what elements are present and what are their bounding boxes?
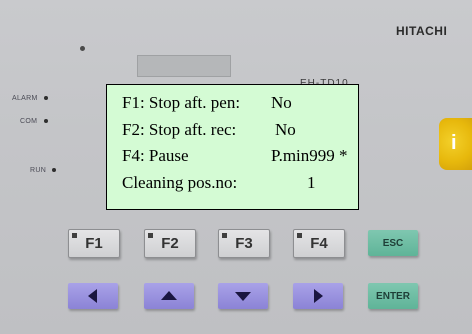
info-button[interactable]: i — [439, 118, 472, 170]
f2-key[interactable]: F2 — [144, 229, 196, 258]
right-arrow-key[interactable] — [293, 283, 343, 309]
display-row-value: P.min999 * — [271, 146, 348, 165]
f2-key-label: F2 — [161, 235, 179, 252]
f3-key-label: F3 — [235, 235, 253, 252]
left-arrow-icon — [88, 289, 97, 303]
key-marker-icon — [222, 233, 227, 238]
key-marker-icon — [148, 233, 153, 238]
up-arrow-icon — [161, 291, 177, 300]
down-arrow-key[interactable] — [218, 283, 268, 309]
run-led-icon — [52, 168, 56, 172]
led-label-alarm: ALARM — [12, 95, 38, 102]
enter-key[interactable]: ENTER — [368, 283, 418, 309]
f1-key-label: F1 — [85, 235, 103, 252]
enter-key-label: ENTER — [376, 290, 410, 302]
led-label-com: COM — [20, 118, 38, 125]
lcd-window — [137, 55, 231, 77]
info-key-label: i — [451, 132, 457, 154]
led-label-run: RUN — [30, 167, 47, 174]
display-row-value: 1 — [307, 173, 316, 192]
f1-key[interactable]: F1 — [68, 229, 120, 258]
display-row-label: Cleaning pos.no: — [122, 173, 238, 192]
display-row-label: F1: Stop aft. pen: — [122, 93, 241, 112]
display-row-label: F2: Stop aft. rec: — [122, 120, 237, 139]
down-arrow-icon — [235, 292, 251, 301]
display-row-value: No — [271, 93, 292, 112]
key-marker-icon — [297, 233, 302, 238]
com-led-icon — [44, 119, 48, 123]
operator-panel-photo: HITACHI EH-TD10 ALARM COM RUN i F1 F2 F3… — [0, 0, 472, 334]
esc-key-label: ESC — [382, 237, 404, 249]
f4-key-label: F4 — [310, 235, 328, 252]
up-arrow-key[interactable] — [144, 283, 194, 309]
f3-key[interactable]: F3 — [218, 229, 270, 258]
display-row-label: F4: Pause — [122, 146, 189, 165]
right-arrow-icon — [314, 289, 323, 303]
left-arrow-key[interactable] — [68, 283, 118, 309]
indicator-dot — [80, 46, 85, 51]
display-row-value: No — [275, 120, 296, 139]
brand-logo: HITACHI — [396, 24, 448, 38]
settings-display-overlay: F1: Stop aft. pen: No F2: Stop aft. rec:… — [106, 84, 359, 210]
alarm-led-icon — [44, 96, 48, 100]
key-marker-icon — [72, 233, 77, 238]
f4-key[interactable]: F4 — [293, 229, 345, 258]
esc-key[interactable]: ESC — [368, 230, 418, 256]
